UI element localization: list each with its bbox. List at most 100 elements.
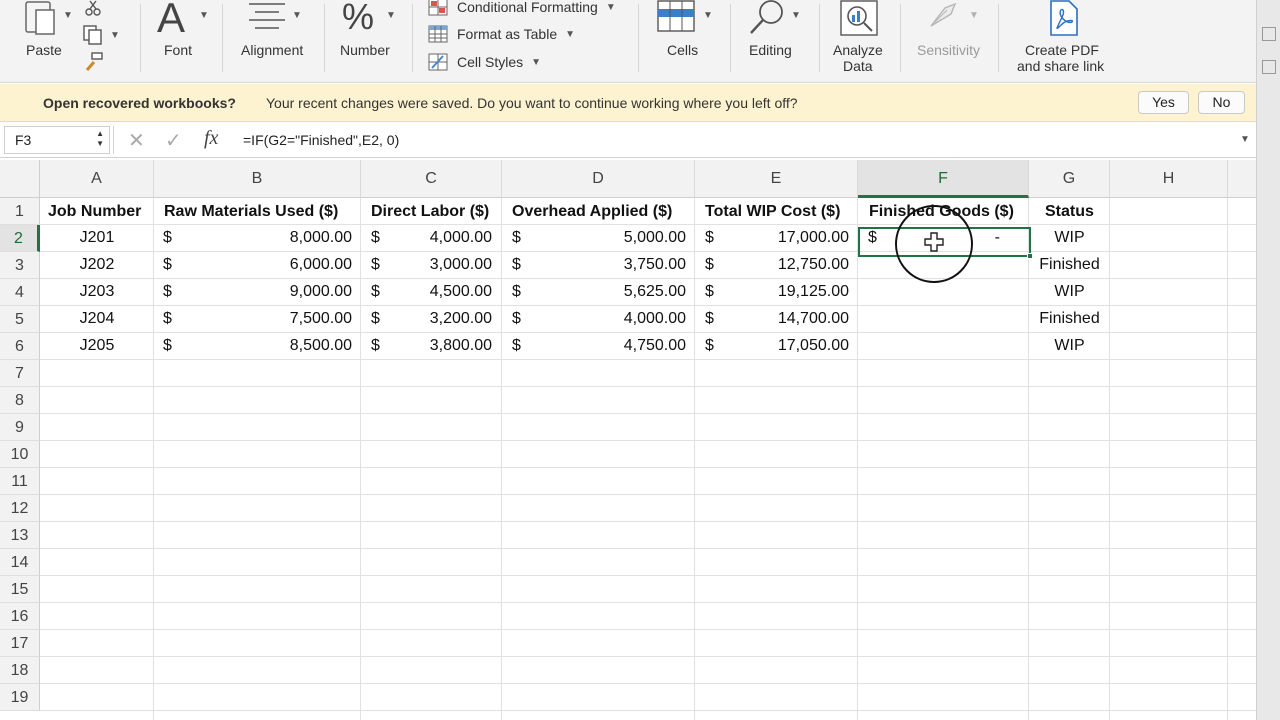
cell-styles-button[interactable]: Cell Styles ▼ — [428, 51, 541, 73]
header-status[interactable]: Status — [1045, 203, 1094, 221]
cell-total-wip-cost[interactable]: 14,700.00 — [749, 310, 849, 328]
row-header-1[interactable]: 1 — [0, 198, 40, 225]
cell-labor-currency[interactable]: $ — [371, 310, 380, 328]
cell-raw-currency[interactable]: $ — [163, 256, 172, 274]
cell-raw-materials[interactable]: 9,000.00 — [232, 283, 352, 301]
cell-total-wip-cost[interactable]: 17,000.00 — [749, 229, 849, 247]
column-header-e[interactable]: E — [695, 160, 858, 198]
cell-total-wip-cost[interactable]: 12,750.00 — [749, 256, 849, 274]
cell-overhead-currency[interactable]: $ — [512, 256, 521, 274]
row-header-16[interactable]: 16 — [0, 603, 40, 630]
formula-input[interactable]: =IF(G2="Finished",E2, 0) — [243, 132, 399, 148]
cell-status[interactable]: Finished — [1029, 256, 1110, 274]
cell-status[interactable]: WIP — [1029, 337, 1110, 355]
column-header-h[interactable]: H — [1110, 160, 1228, 198]
fill-handle[interactable] — [1027, 253, 1033, 259]
column-header-d[interactable]: D — [502, 160, 695, 198]
alignment-group[interactable]: ▼ Alignment — [223, 0, 323, 83]
cell-raw-currency[interactable]: $ — [163, 283, 172, 301]
cell-overhead-applied[interactable]: 4,750.00 — [586, 337, 686, 355]
row-header-6[interactable]: 6 — [0, 333, 40, 360]
header-job-number[interactable]: Job Number — [48, 203, 141, 221]
column-header-g[interactable]: G — [1029, 160, 1110, 198]
cell-direct-labor[interactable]: 4,000.00 — [392, 229, 492, 247]
copy-icon[interactable] — [82, 24, 104, 51]
cell-job-number[interactable]: J205 — [40, 337, 154, 355]
cancel-icon[interactable]: ✕ — [128, 128, 145, 153]
cell-raw-currency[interactable]: $ — [163, 310, 172, 328]
cell-direct-labor[interactable]: 4,500.00 — [392, 283, 492, 301]
cell-direct-labor[interactable]: 3,800.00 — [392, 337, 492, 355]
cut-icon[interactable] — [84, 0, 102, 23]
cell-raw-materials[interactable]: 7,500.00 — [232, 310, 352, 328]
row-header-5[interactable]: 5 — [0, 306, 40, 333]
column-header-a[interactable]: A — [40, 160, 154, 198]
cell-status[interactable]: WIP — [1029, 229, 1110, 247]
cell-labor-currency[interactable]: $ — [371, 337, 380, 355]
sensitivity-button[interactable]: ▼ Sensitivity — [901, 0, 997, 83]
row-header-7[interactable]: 7 — [0, 360, 40, 387]
format-painter-icon[interactable] — [84, 52, 104, 77]
yes-button[interactable]: Yes — [1138, 91, 1189, 114]
cell-total-currency[interactable]: $ — [705, 229, 714, 247]
cell-overhead-currency[interactable]: $ — [512, 229, 521, 247]
row-header-17[interactable]: 17 — [0, 630, 40, 657]
cell-total-currency[interactable]: $ — [705, 310, 714, 328]
cell-overhead-currency[interactable]: $ — [512, 283, 521, 301]
window-restore-icon[interactable] — [1262, 60, 1276, 74]
cell-total-currency[interactable]: $ — [705, 337, 714, 355]
header-direct-labor[interactable]: Direct Labor ($) — [371, 203, 489, 221]
cell-raw-currency[interactable]: $ — [163, 337, 172, 355]
create-pdf-button[interactable]: Create PDF and share link — [1000, 0, 1125, 83]
header-overhead-applied[interactable]: Overhead Applied ($) — [512, 203, 672, 221]
cell-overhead-currency[interactable]: $ — [512, 310, 521, 328]
name-box-spinner-icon[interactable]: ▲ ▼ — [96, 129, 104, 149]
cell-total-wip-cost[interactable]: 19,125.00 — [749, 283, 849, 301]
cell-job-number[interactable]: J204 — [40, 310, 154, 328]
cell-labor-currency[interactable]: $ — [371, 283, 380, 301]
cell-total-wip-cost[interactable]: 17,050.00 — [749, 337, 849, 355]
cell-direct-labor[interactable]: 3,000.00 — [392, 256, 492, 274]
cell-labor-currency[interactable]: $ — [371, 256, 380, 274]
cell-direct-labor[interactable]: 3,200.00 — [392, 310, 492, 328]
header-raw-materials[interactable]: Raw Materials Used ($) — [164, 203, 338, 221]
row-header-18[interactable]: 18 — [0, 657, 40, 684]
cell-raw-materials[interactable]: 6,000.00 — [232, 256, 352, 274]
row-header-10[interactable]: 10 — [0, 441, 40, 468]
cell-overhead-currency[interactable]: $ — [512, 337, 521, 355]
column-header-b[interactable]: B — [154, 160, 361, 198]
cell-job-number[interactable]: J202 — [40, 256, 154, 274]
row-header-12[interactable]: 12 — [0, 495, 40, 522]
paste-dropdown-icon[interactable]: ▼ — [63, 10, 73, 21]
row-header-2[interactable]: 2 — [0, 225, 40, 252]
copy-dropdown-icon[interactable]: ▼ — [110, 30, 120, 41]
row-header-14[interactable]: 14 — [0, 549, 40, 576]
row-header-8[interactable]: 8 — [0, 387, 40, 414]
window-restore-icon[interactable] — [1262, 27, 1276, 41]
format-as-table-button[interactable]: Format as Table ▼ — [428, 23, 575, 45]
cells-group[interactable]: ▼ Cells — [639, 0, 729, 83]
row-header-3[interactable]: 3 — [0, 252, 40, 279]
column-header-f[interactable]: F — [858, 160, 1029, 198]
cell-raw-materials[interactable]: 8,000.00 — [232, 229, 352, 247]
cell-job-number[interactable]: J201 — [40, 229, 154, 247]
row-header-15[interactable]: 15 — [0, 576, 40, 603]
cell-total-currency[interactable]: $ — [705, 256, 714, 274]
conditional-formatting-button[interactable]: Conditional Formatting ▼ — [428, 0, 616, 18]
cell-raw-materials[interactable]: 8,500.00 — [232, 337, 352, 355]
row-header-13[interactable]: 13 — [0, 522, 40, 549]
cell-job-number[interactable]: J203 — [40, 283, 154, 301]
select-all-corner[interactable] — [0, 160, 40, 198]
editing-group[interactable]: ▼ Editing — [731, 0, 819, 83]
cell-overhead-applied[interactable]: 4,000.00 — [586, 310, 686, 328]
row-header-19[interactable]: 19 — [0, 684, 40, 711]
row-header-9[interactable]: 9 — [0, 414, 40, 441]
number-group[interactable]: % ▼ Number — [325, 0, 410, 83]
paste-button[interactable]: ▼ Paste — [16, 0, 74, 62]
cell-status[interactable]: WIP — [1029, 283, 1110, 301]
expand-formula-bar-icon[interactable]: ▼ — [1240, 134, 1250, 145]
row-header-4[interactable]: 4 — [0, 279, 40, 306]
column-header-c[interactable]: C — [361, 160, 502, 198]
cell-overhead-applied[interactable]: 5,625.00 — [586, 283, 686, 301]
analyze-data-button[interactable]: Analyze Data — [820, 0, 898, 83]
